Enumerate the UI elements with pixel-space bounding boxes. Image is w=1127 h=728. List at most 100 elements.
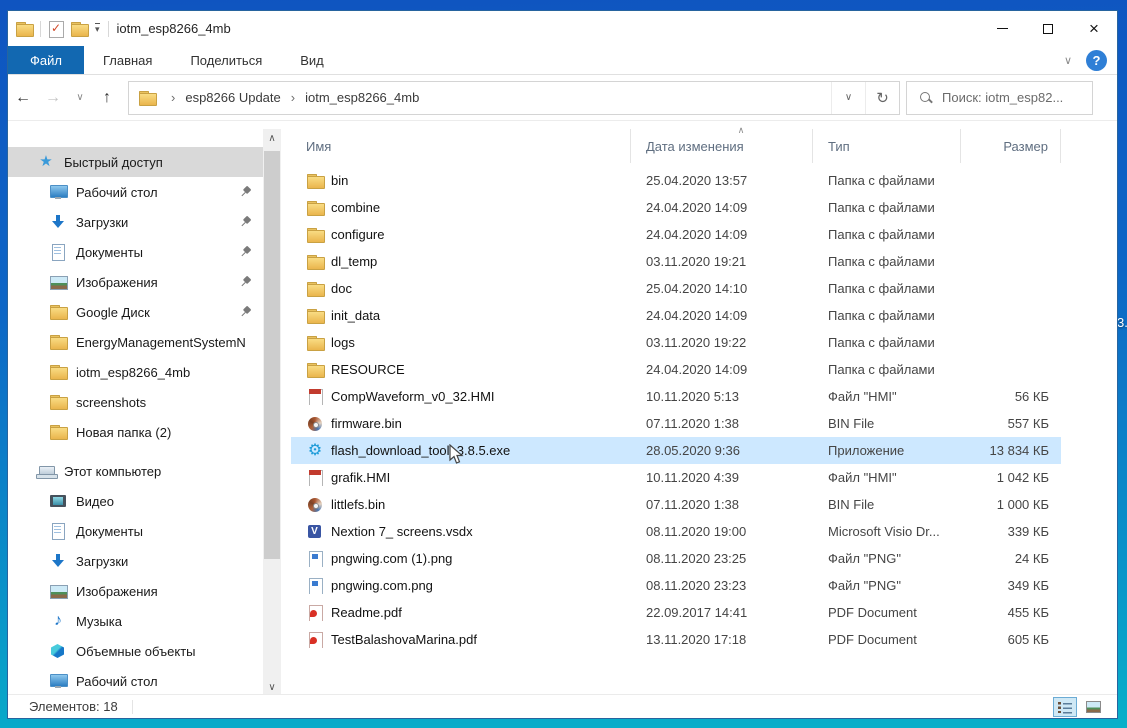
content-area: ★ Быстрый доступ Рабочий стол Загрузки Д… — [8, 121, 1117, 696]
qat-check-icon[interactable]: ✓ — [49, 21, 63, 37]
file-row[interactable]: CompWaveform_v0_32.HMI 10.11.2020 5:13 Ф… — [291, 383, 1061, 410]
sidebar-item[interactable]: Рабочий стол — [8, 177, 263, 207]
file-row[interactable]: ⚙flash_download_tool_3.8.5.exe 28.05.202… — [291, 437, 1061, 464]
details-view-button[interactable] — [1053, 697, 1077, 717]
file-row[interactable]: logs 03.11.2020 19:22 Папка с файлами — [291, 329, 1061, 356]
scrollbar-thumb[interactable] — [264, 151, 280, 559]
pdf-icon — [307, 605, 323, 621]
sidebar-item[interactable]: Видео — [8, 486, 263, 516]
search-input[interactable] — [942, 90, 1082, 105]
file-row[interactable]: TestBalashovaMarina.pdf 13.11.2020 17:18… — [291, 626, 1061, 653]
folder-icon — [307, 227, 323, 243]
file-row[interactable]: dl_temp 03.11.2020 19:21 Папка с файлами — [291, 248, 1061, 275]
file-row[interactable]: pngwing.com (1).png 08.11.2020 23:25 Фай… — [291, 545, 1061, 572]
recent-locations-dropdown-icon[interactable]: ∨ — [68, 92, 92, 103]
refresh-icon[interactable]: ↻ — [865, 82, 899, 114]
close-icon: × — [1089, 20, 1099, 37]
sidebar-item[interactable]: Загрузки — [8, 546, 263, 576]
sidebar-scrollbar[interactable]: ∧ ∨ — [263, 129, 281, 696]
back-button[interactable]: ← — [8, 89, 38, 107]
breadcrumb-current[interactable]: iotm_esp8266_4mb — [303, 90, 421, 105]
breadcrumb-separator-icon: › — [163, 90, 183, 105]
ribbon-expand-icon[interactable]: ∨ — [1064, 54, 1072, 67]
navigation-pane: ★ Быстрый доступ Рабочий стол Загрузки Д… — [8, 121, 263, 696]
separator — [108, 21, 109, 37]
qat-customize-dropdown-icon[interactable]: ▾ — [95, 23, 100, 34]
folder-icon — [50, 334, 66, 350]
folder-icon — [307, 362, 323, 378]
sidebar-item[interactable]: ♪ Музыка — [8, 606, 263, 636]
file-row[interactable]: RESOURCE 24.04.2020 14:09 Папка с файлам… — [291, 356, 1061, 383]
video-icon — [50, 493, 66, 509]
breadcrumb-separator-icon: › — [283, 90, 303, 105]
column-header-date[interactable]: Дата изменения — [631, 129, 813, 163]
exe-icon: ⚙ — [307, 443, 323, 459]
window-folder-icon — [16, 21, 32, 37]
disc-icon — [307, 416, 323, 432]
address-dropdown-icon[interactable]: ∨ — [831, 82, 865, 114]
file-row[interactable]: pngwing.com.png 08.11.2020 23:23 Файл "P… — [291, 572, 1061, 599]
forward-button[interactable]: → — [38, 89, 68, 107]
desktop-icon — [50, 184, 66, 200]
file-row[interactable]: Readme.pdf 22.09.2017 14:41 PDF Document… — [291, 599, 1061, 626]
sidebar-item[interactable]: Новая папка (2) — [8, 417, 263, 447]
visio-icon — [307, 524, 323, 540]
sidebar-item[interactable]: Google Диск — [8, 297, 263, 327]
pdf-icon — [307, 632, 323, 648]
search-icon — [919, 91, 933, 105]
file-row[interactable]: combine 24.04.2020 14:09 Папка с файлами — [291, 194, 1061, 221]
folder-icon — [307, 335, 323, 351]
tab-home[interactable]: Главная — [84, 46, 171, 74]
help-button[interactable]: ? — [1086, 50, 1107, 71]
address-folder-icon — [139, 90, 155, 106]
sidebar-item[interactable]: EnergyManagementSystemN — [8, 327, 263, 357]
sidebar-item[interactable]: iotm_esp8266_4mb — [8, 357, 263, 387]
sidebar-item[interactable]: Документы — [8, 516, 263, 546]
status-bar: Элементов: 18 — [8, 694, 1117, 718]
star-icon: ★ — [38, 154, 54, 170]
sidebar-item[interactable]: screenshots — [8, 387, 263, 417]
file-row[interactable]: firmware.bin 07.11.2020 1:38 BIN File 55… — [291, 410, 1061, 437]
sidebar-item[interactable]: Объемные объекты — [8, 636, 263, 666]
minimize-button[interactable] — [979, 11, 1025, 46]
address-bar-row: ← → ∨ ↑ › esp8266 Update › iotm_esp8266_… — [8, 75, 1117, 121]
tab-file[interactable]: Файл — [8, 46, 84, 74]
file-row[interactable]: littlefs.bin 07.11.2020 1:38 BIN File 1 … — [291, 491, 1061, 518]
breadcrumb-parent[interactable]: esp8266 Update — [183, 90, 282, 105]
tab-view[interactable]: Вид — [281, 46, 343, 74]
file-row[interactable]: grafik.HMI 10.11.2020 4:39 Файл "HMI" 1 … — [291, 464, 1061, 491]
documents-icon — [50, 244, 66, 260]
address-bar[interactable]: › esp8266 Update › iotm_esp8266_4mb ∨ ↻ — [128, 81, 900, 115]
hmi-icon — [307, 389, 323, 405]
file-row[interactable]: doc 25.04.2020 14:10 Папка с файлами — [291, 275, 1061, 302]
sidebar-item[interactable]: Документы — [8, 237, 263, 267]
sidebar-item[interactable]: Изображения — [8, 267, 263, 297]
qat-folder-icon[interactable] — [71, 21, 87, 37]
file-row[interactable]: bin 25.04.2020 13:57 Папка с файлами — [291, 167, 1061, 194]
maximize-button[interactable] — [1025, 11, 1071, 46]
close-button[interactable]: × — [1071, 11, 1117, 46]
folder-icon — [50, 424, 66, 440]
desktop-background: 3. ✓ ▾ iotm_esp8266_4mb × Файл Главная — [0, 0, 1127, 728]
folder-icon — [307, 254, 323, 270]
tab-share[interactable]: Поделиться — [171, 46, 281, 74]
file-row[interactable]: Nextion 7_ screens.vsdx 08.11.2020 19:00… — [291, 518, 1061, 545]
thumbnails-view-button[interactable] — [1081, 697, 1105, 717]
file-row[interactable]: init_data 24.04.2020 14:09 Папка с файла… — [291, 302, 1061, 329]
search-box[interactable] — [906, 81, 1093, 115]
file-row[interactable]: configure 24.04.2020 14:09 Папка с файла… — [291, 221, 1061, 248]
scroll-up-icon[interactable]: ∧ — [263, 129, 281, 147]
column-header-name[interactable]: Имя — [291, 129, 631, 163]
sidebar-group-header[interactable]: ★ Быстрый доступ — [8, 147, 263, 177]
column-header-type[interactable]: Тип — [813, 129, 961, 163]
sidebar-item[interactable]: Загрузки — [8, 207, 263, 237]
column-header-size[interactable]: Размер — [961, 129, 1061, 163]
file-list: ∧ Имя Дата изменения Тип Размер bin 25.0… — [291, 129, 1107, 696]
sidebar-item[interactable]: Рабочий стол — [8, 666, 263, 696]
sidebar-item[interactable]: Изображения — [8, 576, 263, 606]
sidebar-group-header[interactable]: Этот компьютер — [8, 456, 263, 486]
up-button[interactable]: ↑ — [92, 89, 122, 107]
folder-icon — [50, 364, 66, 380]
folder-icon — [307, 173, 323, 189]
title-bar[interactable]: ✓ ▾ iotm_esp8266_4mb × — [8, 11, 1117, 46]
